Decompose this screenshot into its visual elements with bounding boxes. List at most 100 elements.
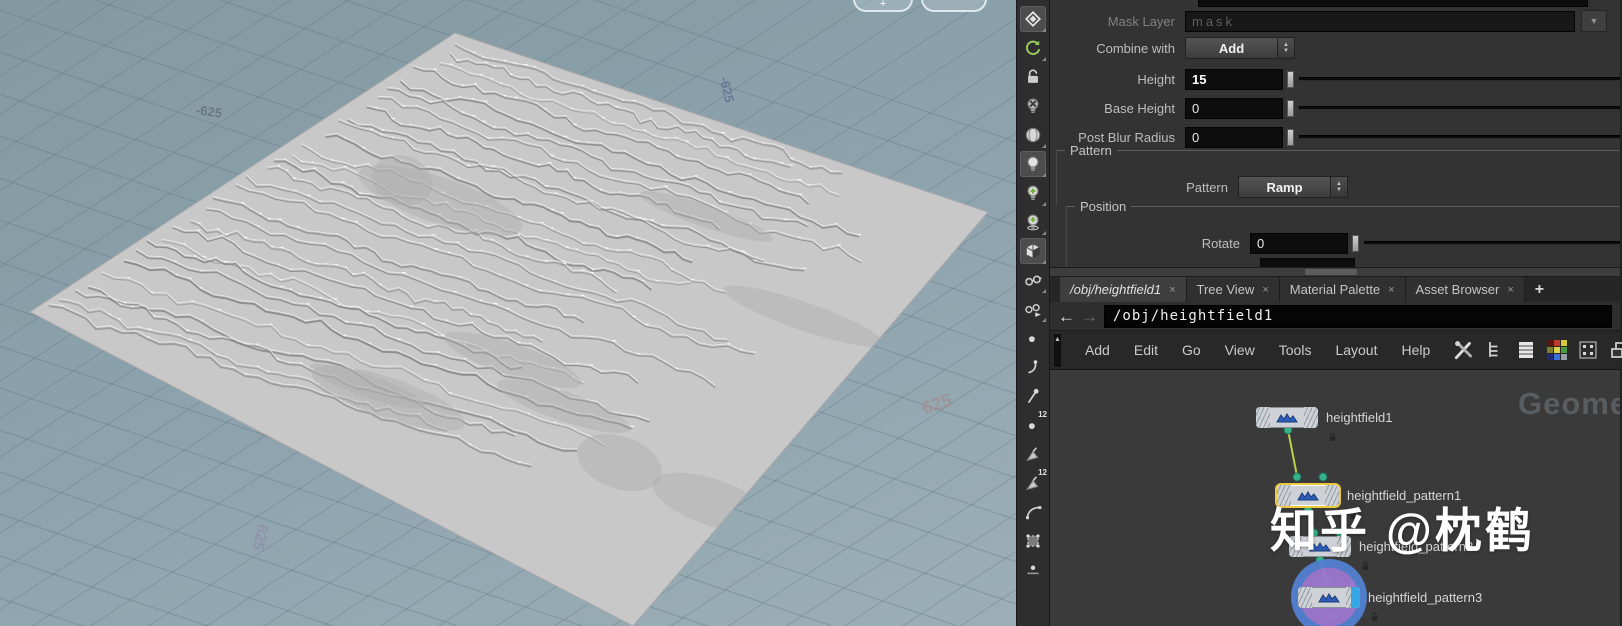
pane-tab-asset-browser[interactable]: Asset Browser× [1406, 277, 1525, 302]
shadows-lighting-icon[interactable] [1020, 209, 1046, 235]
dropdown-pattern[interactable]: Ramp [1238, 176, 1331, 198]
tab-close-icon[interactable]: × [1507, 284, 1513, 296]
tab-close-icon[interactable]: × [1388, 284, 1394, 296]
value-input-post-blur-radius[interactable]: 0 [1185, 127, 1283, 148]
node-heightfield_pattern3[interactable] [1298, 587, 1360, 608]
node-flag-left[interactable] [1256, 407, 1270, 428]
cutoff-param-field-bottom[interactable] [1260, 258, 1355, 268]
param-label[interactable]: Base Height [1050, 101, 1185, 116]
display-flag[interactable] [1351, 587, 1360, 608]
group-label[interactable]: Position [1075, 199, 1131, 214]
points-display-icon[interactable] [1020, 325, 1046, 351]
point-trails-icon[interactable] [1020, 383, 1046, 409]
submenu-arrow-icon [1042, 57, 1046, 61]
list-view-icon[interactable] [1514, 338, 1538, 362]
submenu-arrow-icon [1042, 202, 1046, 206]
view-pill-button-2[interactable] [921, 0, 987, 12]
tools-icon[interactable] [1452, 338, 1476, 362]
pane-tab-material-palette[interactable]: Material Palette× [1280, 277, 1406, 302]
right-pane: Pattern Position Mask Layermask ▼ Combine wi… [1050, 0, 1620, 626]
display-options-toolbar: 12 12 [1016, 0, 1050, 626]
param-label[interactable]: Post Blur Radius [1050, 130, 1185, 145]
dropdown-spinner[interactable]: ▲▼ [1331, 176, 1348, 198]
slider-track[interactable] [1364, 241, 1620, 245]
menu-go[interactable]: Go [1170, 342, 1213, 358]
new-tab-button[interactable]: + [1525, 277, 1554, 302]
menu-help[interactable]: Help [1390, 342, 1443, 358]
network-editor[interactable]: Geome heightfield1 heightfield_pattern1 … [1050, 370, 1620, 626]
dropdown-combine with[interactable]: Add [1185, 37, 1278, 59]
cutoff-param-field[interactable] [1198, 0, 1588, 7]
component-select-icon[interactable] [1020, 528, 1046, 554]
pane-tabbar: /obj/heightfield1×Tree View×Material Pal… [1050, 277, 1620, 302]
dropdown-spinner[interactable]: ▲▼ [1278, 37, 1295, 59]
param-label[interactable]: Height [1050, 72, 1185, 87]
parameter-pane: Pattern Position Mask Layermask ▼ Combine wi… [1050, 0, 1620, 268]
node-label[interactable]: heightfield1 [1326, 410, 1393, 425]
param-row-combine-with: Combine withAdd▲▼ [1050, 37, 1620, 59]
menu-add[interactable]: Add [1073, 342, 1122, 358]
prim-normals-icon[interactable] [1020, 441, 1046, 467]
prim-numbers-icon[interactable]: 12 [1020, 470, 1046, 496]
heightfield-node-icon [1270, 407, 1304, 428]
param-label[interactable]: Pattern [1050, 180, 1238, 195]
windows-icon[interactable] [1607, 338, 1622, 362]
scrollbar-handle[interactable] [1305, 269, 1357, 275]
shading-mode-icon[interactable] [1020, 6, 1046, 32]
node-label[interactable]: heightfield_pattern3 [1368, 590, 1482, 605]
palette-icon[interactable] [1545, 338, 1569, 362]
mask-layer-input[interactable]: mask [1185, 11, 1575, 32]
tab-close-icon[interactable]: × [1169, 284, 1175, 296]
layout-grid-icon[interactable] [1576, 338, 1600, 362]
mask-layer-menu-button[interactable]: ▼ [1581, 10, 1607, 32]
auto-update-icon[interactable] [1020, 35, 1046, 61]
menu-edit[interactable]: Edit [1122, 342, 1170, 358]
view-pill-button-1[interactable]: + [853, 0, 913, 12]
disable-lighting-icon[interactable] [1020, 93, 1046, 119]
scene-visualizers-icon[interactable] [1020, 296, 1046, 322]
high-quality-lighting-icon[interactable] [1020, 180, 1046, 206]
point-numbers-icon[interactable]: 12 [1020, 412, 1046, 438]
origin-axes-icon[interactable] [1020, 557, 1046, 583]
slider-handle[interactable] [1287, 100, 1294, 117]
slider-handle[interactable] [1287, 71, 1294, 88]
value-input-base-height[interactable]: 0 [1185, 98, 1283, 119]
scroll-up-icon[interactable]: ▲ [1054, 334, 1061, 367]
value-input-rotate[interactable]: 0 [1250, 233, 1348, 254]
param-label[interactable]: Rotate [1050, 236, 1250, 251]
menu-tools[interactable]: Tools [1267, 342, 1324, 358]
back-icon[interactable]: ← [1058, 308, 1075, 325]
profile-curves-icon[interactable] [1020, 499, 1046, 525]
visualizers-icon[interactable] [1020, 267, 1046, 293]
node-flag-right[interactable] [1304, 407, 1318, 428]
menu-layout[interactable]: Layout [1323, 342, 1389, 358]
node-heightfield1[interactable] [1256, 407, 1318, 428]
param-label[interactable]: Mask Layer [1050, 14, 1185, 29]
submenu-arrow-icon [1042, 289, 1046, 293]
parameter-scrollbar[interactable] [1050, 268, 1620, 277]
tab-label: Tree View [1197, 282, 1255, 297]
slider-handle[interactable] [1287, 129, 1294, 146]
slider-handle[interactable] [1352, 235, 1359, 252]
path-input[interactable]: /obj/heightfield1 [1104, 305, 1612, 328]
normal-lighting-icon[interactable] [1020, 151, 1046, 177]
slider-track[interactable] [1299, 106, 1620, 110]
forward-icon[interactable]: → [1081, 308, 1098, 325]
slider-track[interactable] [1299, 77, 1620, 81]
material-sphere-icon[interactable] [1020, 122, 1046, 148]
display-textures-icon[interactable] [1020, 238, 1046, 264]
menu-view[interactable]: View [1213, 342, 1267, 358]
lock-icon [1328, 429, 1337, 447]
pane-tab--obj-heightfield1[interactable]: /obj/heightfield1× [1060, 277, 1187, 302]
node-flag-left[interactable] [1298, 587, 1312, 608]
pane-tab-tree-view[interactable]: Tree View × [1187, 277, 1280, 302]
scene-viewport[interactable]: -625-625625625 + [0, 0, 1016, 626]
value-input-height[interactable]: 15 [1185, 69, 1283, 90]
tree-view-icon[interactable] [1483, 338, 1507, 362]
slider-track[interactable] [1299, 135, 1620, 139]
count-badge: 12 [1038, 410, 1047, 419]
point-normals-icon[interactable] [1020, 354, 1046, 380]
tab-close-icon[interactable]: × [1262, 284, 1268, 296]
param-label[interactable]: Combine with [1050, 41, 1185, 56]
snapping-lock-icon[interactable] [1020, 64, 1046, 90]
